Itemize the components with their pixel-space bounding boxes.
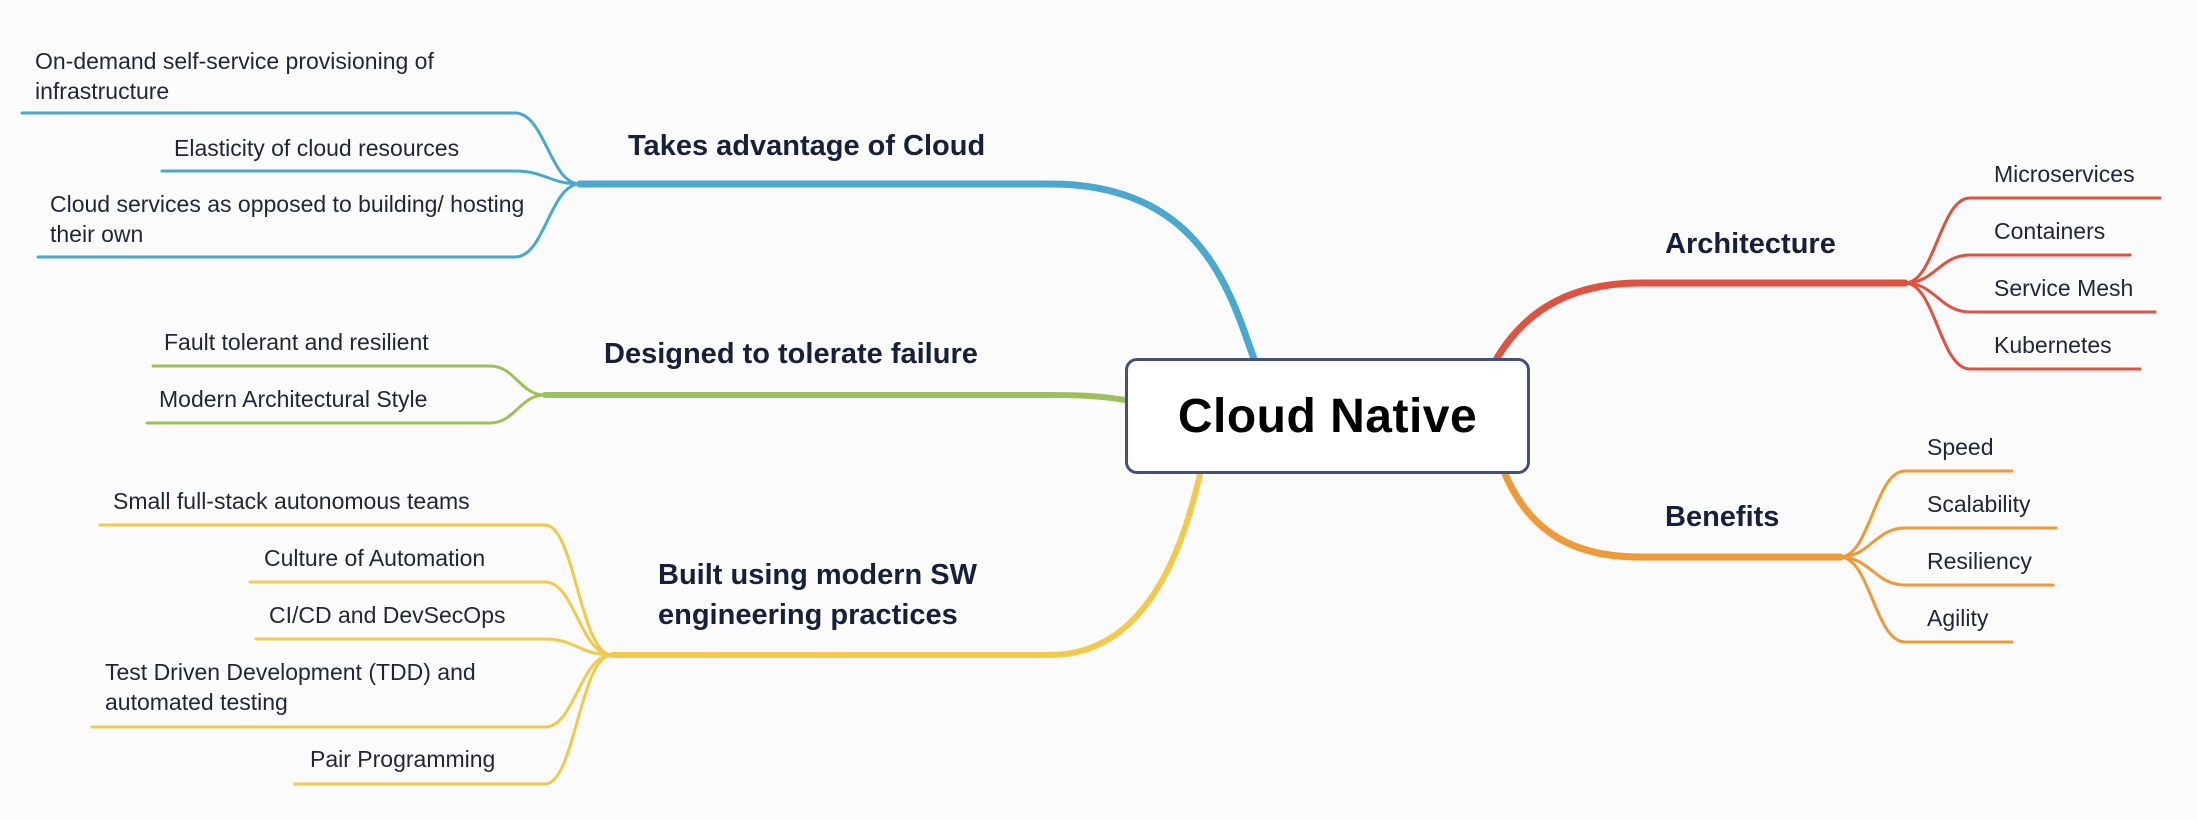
leaf-on-demand-provisioning[interactable]: On-demand self-service provisioning of i… — [35, 46, 555, 106]
leaf-link-practices-2 — [254, 637, 614, 657]
leaf-resiliency[interactable]: Resiliency — [1927, 546, 2032, 576]
leaf-speed[interactable]: Speed — [1927, 432, 1994, 462]
leaf-microservices[interactable]: Microservices — [1994, 159, 2135, 189]
branch-benefits[interactable]: Benefits — [1665, 497, 1779, 537]
branch-designed-to-tolerate-failure[interactable]: Designed to tolerate failure — [604, 334, 978, 374]
leaf-cloud-services[interactable]: Cloud services as opposed to building/ h… — [50, 189, 530, 249]
leaf-fault-tolerant[interactable]: Fault tolerant and resilient — [164, 327, 429, 357]
leaf-tdd[interactable]: Test Driven Development (TDD) and automa… — [105, 657, 545, 717]
root-node[interactable]: Cloud Native — [1125, 358, 1530, 474]
leaf-service-mesh[interactable]: Service Mesh — [1994, 273, 2133, 303]
leaf-link-cloud-1 — [160, 169, 582, 186]
leaf-small-teams[interactable]: Small full-stack autonomous teams — [113, 486, 470, 516]
leaf-elasticity[interactable]: Elasticity of cloud resources — [174, 133, 459, 163]
leaf-scalability[interactable]: Scalability — [1927, 489, 2031, 519]
branch-built-using-modern-practices[interactable]: Built using modern SW engineering practi… — [658, 555, 1038, 635]
root-label: Cloud Native — [1177, 389, 1478, 443]
main-link-architecture — [1493, 279, 1909, 362]
branch-architecture[interactable]: Architecture — [1665, 224, 1836, 264]
leaf-cicd-devsecops[interactable]: CI/CD and DevSecOps — [269, 600, 505, 630]
leaf-kubernetes[interactable]: Kubernetes — [1994, 330, 2112, 360]
main-link-failure — [542, 392, 1128, 403]
leaf-modern-architectural-style[interactable]: Modern Architectural Style — [159, 384, 427, 414]
leaf-containers[interactable]: Containers — [1994, 216, 2105, 246]
leaf-culture-of-automation[interactable]: Culture of Automation — [264, 543, 485, 573]
leaf-pair-programming[interactable]: Pair Programming — [310, 744, 495, 774]
leaf-agility[interactable]: Agility — [1927, 603, 1988, 633]
branch-takes-advantage-of-cloud[interactable]: Takes advantage of Cloud — [628, 126, 985, 166]
